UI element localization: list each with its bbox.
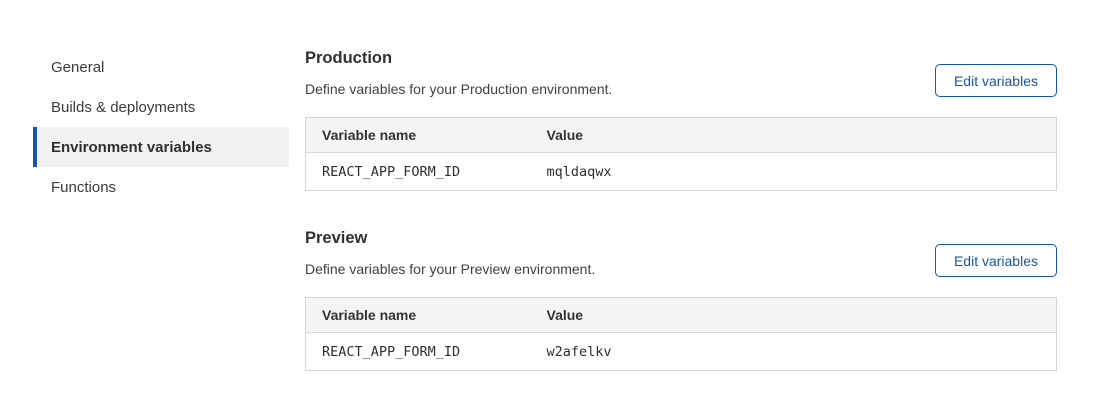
preview-section-header: Preview Define variables for your Previe… xyxy=(305,229,1057,277)
variables-table-production: Variable name Value REACT_APP_FORM_ID mq… xyxy=(305,117,1057,191)
variable-value-cell: w2afelkv xyxy=(531,333,1057,371)
section-title-production: Production xyxy=(305,49,612,68)
sidebar-item-label: Functions xyxy=(51,179,116,196)
sidebar-item-builds-deployments[interactable]: Builds & deployments xyxy=(33,87,289,127)
sidebar-item-general[interactable]: General xyxy=(33,47,289,87)
production-section: Production Define variables for your Pro… xyxy=(305,49,1057,191)
edit-variables-button-preview[interactable]: Edit variables xyxy=(935,244,1057,277)
variable-name-cell: REACT_APP_FORM_ID xyxy=(306,333,531,371)
section-description-production: Define variables for your Production env… xyxy=(305,81,612,97)
sidebar-item-label: Environment variables xyxy=(51,139,212,156)
edit-variables-button-production[interactable]: Edit variables xyxy=(935,64,1057,97)
variables-table-preview: Variable name Value REACT_APP_FORM_ID w2… xyxy=(305,297,1057,371)
variable-value-cell: mqldaqwx xyxy=(531,153,1057,191)
sidebar-item-label: General xyxy=(51,59,104,76)
table-header-row: Variable name Value xyxy=(306,298,1057,333)
section-title-preview: Preview xyxy=(305,229,595,248)
table-header-row: Variable name Value xyxy=(306,118,1057,153)
production-section-titles: Production Define variables for your Pro… xyxy=(305,49,612,97)
settings-content: Production Define variables for your Pro… xyxy=(305,47,1057,371)
environment-variables-page: General Builds & deployments Environment… xyxy=(0,0,1100,371)
sidebar-item-environment-variables[interactable]: Environment variables xyxy=(33,127,289,167)
section-description-preview: Define variables for your Preview enviro… xyxy=(305,261,595,277)
sidebar-item-label: Builds & deployments xyxy=(51,99,195,116)
settings-sidebar: General Builds & deployments Environment… xyxy=(33,47,289,371)
preview-section-titles: Preview Define variables for your Previe… xyxy=(305,229,595,277)
production-section-header: Production Define variables for your Pro… xyxy=(305,49,1057,97)
column-header-value: Value xyxy=(531,298,1057,333)
column-header-variable-name: Variable name xyxy=(306,298,531,333)
column-header-value: Value xyxy=(531,118,1057,153)
table-row: REACT_APP_FORM_ID mqldaqwx xyxy=(306,153,1057,191)
table-row: REACT_APP_FORM_ID w2afelkv xyxy=(306,333,1057,371)
variable-name-cell: REACT_APP_FORM_ID xyxy=(306,153,531,191)
preview-section: Preview Define variables for your Previe… xyxy=(305,229,1057,371)
sidebar-item-functions[interactable]: Functions xyxy=(33,167,289,207)
column-header-variable-name: Variable name xyxy=(306,118,531,153)
